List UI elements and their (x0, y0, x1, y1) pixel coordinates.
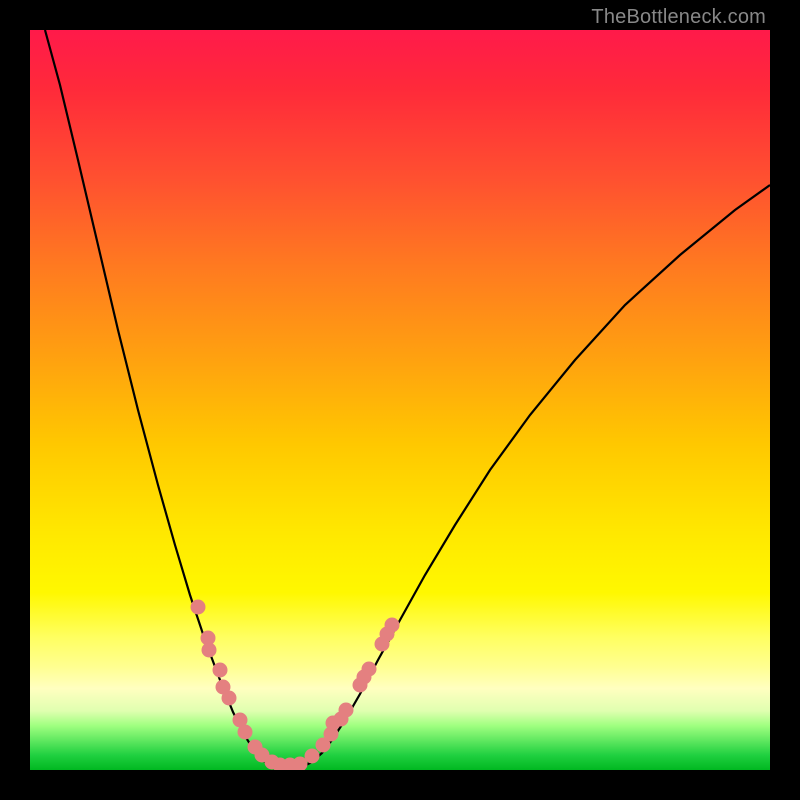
data-point (362, 662, 377, 677)
watermark-text: TheBottleneck.com (591, 6, 766, 29)
data-point (222, 691, 237, 706)
data-point (213, 663, 228, 678)
data-point (238, 725, 253, 740)
chart-container: TheBottleneck.com (0, 0, 800, 800)
data-point (202, 643, 217, 658)
data-point (191, 600, 206, 615)
data-points-group (191, 600, 400, 771)
data-point (305, 749, 320, 764)
plot-area (30, 30, 770, 770)
data-point (339, 703, 354, 718)
data-point (385, 618, 400, 633)
bottleneck-curve (45, 30, 770, 768)
chart-svg (30, 30, 770, 770)
